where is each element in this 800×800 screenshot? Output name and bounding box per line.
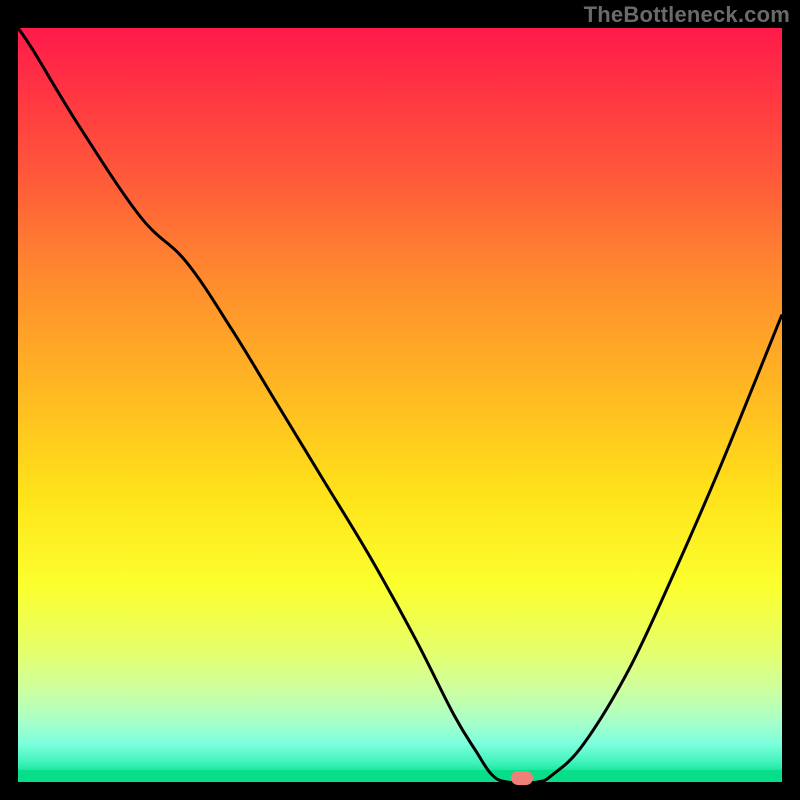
watermark-text: TheBottleneck.com	[584, 2, 790, 28]
curve-path	[18, 28, 782, 782]
plot-area	[18, 28, 782, 782]
chart-container: TheBottleneck.com	[0, 0, 800, 800]
bottleneck-curve	[18, 28, 782, 782]
optimum-marker	[511, 771, 533, 785]
